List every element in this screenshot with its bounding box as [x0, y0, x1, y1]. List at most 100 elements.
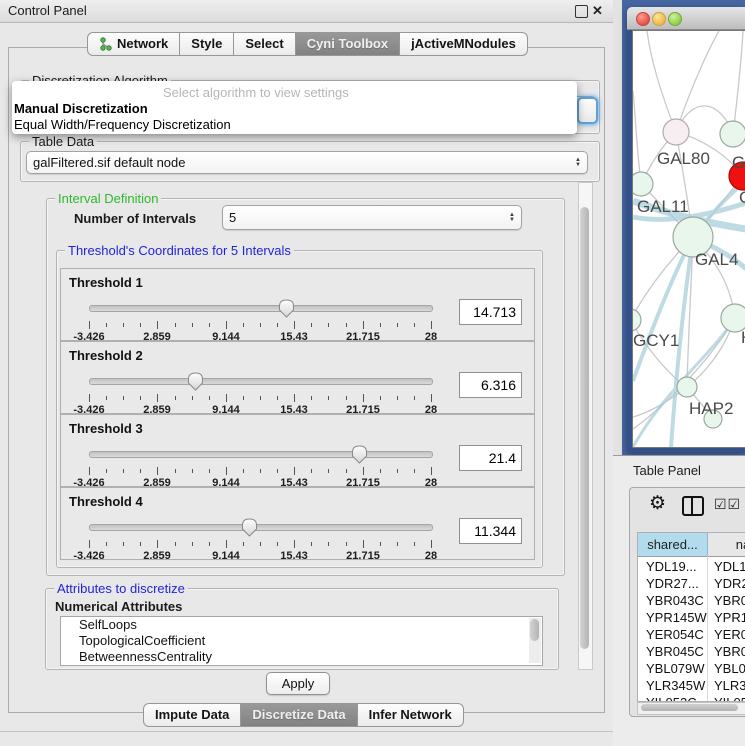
bottom-tab-bar: Impute Data Discretize Data Infer Networ…: [143, 703, 464, 727]
tab-impute-data[interactable]: Impute Data: [143, 703, 241, 727]
table-row[interactable]: YIL052CYIL052C: [638, 694, 745, 702]
desktop-background: GAL80 GA C GAL11 GAL4 GCY1 H HAP2: [622, 0, 745, 455]
gear-icon[interactable]: ⚙: [649, 494, 666, 514]
slider-ticks: [89, 540, 431, 549]
network-window[interactable]: GAL80 GA C GAL11 GAL4 GCY1 H HAP2: [627, 7, 745, 452]
network-icon: [99, 37, 112, 51]
threshold-panel-1: Threshold 1 -3.426 2.859 9.144 15.43 21.…: [60, 268, 535, 341]
node-gcy1[interactable]: [633, 309, 641, 331]
threshold-value-field[interactable]: [459, 518, 522, 544]
minimize-traffic-light-icon[interactable]: [652, 12, 666, 26]
node-label: C: [739, 188, 745, 207]
numerical-attributes-label: Numerical Attributes: [55, 599, 182, 614]
dropdown-placeholder-item[interactable]: Select algorithm to view settings: [163, 85, 349, 100]
table-row[interactable]: YER054CYER054C: [638, 626, 745, 643]
table-row[interactable]: YPR145WYPR145W: [638, 609, 745, 626]
top-tab-bar: Network Style Select Cyni Toolbox jActiv…: [87, 32, 528, 56]
threshold-value-field[interactable]: [459, 445, 522, 471]
table-row[interactable]: YDR27...YDR27...: [638, 575, 745, 592]
stepper-arrows-icon: ▲▼: [509, 213, 515, 223]
algorithm-combo-arrow-button[interactable]: [577, 97, 598, 124]
node-label: GCY1: [633, 331, 679, 350]
threshold-slider[interactable]: -3.426 2.859 9.144 15.43 21.715 28: [89, 518, 431, 562]
close-traffic-light-icon[interactable]: [636, 12, 650, 26]
threshold-slider[interactable]: -3.426 2.859 9.144 15.43 21.715 28: [89, 299, 431, 343]
dropdown-option-manual[interactable]: Manual Discretization: [14, 101, 148, 116]
list-scrollbar[interactable]: [529, 618, 541, 663]
slider-track[interactable]: [89, 305, 433, 312]
tab-jactivemnodules[interactable]: jActiveMNodules: [400, 32, 528, 56]
main-vertical-scrollbar[interactable]: [578, 182, 593, 670]
threshold-value-field[interactable]: [459, 299, 522, 325]
table-row[interactable]: YBR045CYBR045C: [638, 643, 745, 660]
group-title: Interval Definition: [55, 191, 161, 206]
numerical-attributes-list[interactable]: SelfLoops TopologicalCoefficient Between…: [60, 616, 543, 666]
node-label: GA: [732, 153, 745, 172]
slider-ticks: [89, 321, 431, 330]
apply-button[interactable]: Apply: [266, 672, 330, 695]
control-panel: Control Panel ✕ Network Style Select Cyn…: [0, 0, 614, 745]
panel-divider[interactable]: [613, 0, 622, 455]
slider-thumb[interactable]: [241, 518, 258, 537]
network-canvas[interactable]: GAL80 GA C GAL11 GAL4 GCY1 H HAP2: [632, 30, 745, 448]
threshold-slider[interactable]: -3.426 2.859 9.144 15.43 21.715 28: [89, 445, 431, 489]
scrollbar-thumb[interactable]: [641, 704, 738, 711]
table-row[interactable]: YBL079WYBL079W: [638, 660, 745, 677]
close-icon[interactable]: ✕: [592, 4, 603, 17]
scrollbar-thumb[interactable]: [580, 207, 589, 649]
dropdown-option-equal-width[interactable]: Equal Width/Frequency Discretization: [14, 117, 231, 132]
table-panel: Table Panel ⚙ ☑☑ shared... na YDL19...YD…: [613, 455, 745, 746]
slider-thumb[interactable]: [187, 372, 204, 391]
table-row[interactable]: YDL19...YDL19...: [638, 558, 745, 575]
float-window-icon[interactable]: [575, 5, 588, 18]
tab-style[interactable]: Style: [180, 32, 234, 56]
tab-discretize-data[interactable]: Discretize Data: [241, 703, 357, 727]
table-panel-title: Table Panel: [633, 463, 701, 478]
scrollbar-thumb[interactable]: [530, 619, 539, 641]
num-intervals-label: Number of Intervals: [74, 211, 196, 226]
panel-title: Control Panel: [8, 3, 87, 18]
slider-ticks: [89, 467, 431, 476]
table-panel-body: ⚙ ☑☑ shared... na YDL19...YDL19... YDR27…: [629, 487, 745, 717]
column-header-name[interactable]: na: [708, 533, 745, 557]
control-panel-titlebar: Control Panel ✕: [0, 0, 613, 23]
tab-select[interactable]: Select: [234, 32, 295, 56]
table-data-value: galFiltered.sif default node: [33, 155, 185, 170]
list-item[interactable]: TopologicalCoefficient: [61, 633, 542, 649]
column-header-shared-name[interactable]: shared...: [638, 533, 708, 557]
node-gal11[interactable]: [633, 172, 653, 196]
stepper-arrows-icon: ▲▼: [575, 158, 581, 168]
threshold-label: Threshold 3: [69, 421, 143, 436]
node-hap2[interactable]: [677, 377, 697, 397]
node-attribute-table: shared... na YDL19...YDL19... YDR27...YD…: [637, 532, 745, 702]
slider-thumb[interactable]: [278, 299, 295, 318]
slider-thumb[interactable]: [351, 445, 368, 464]
node-label: H: [741, 328, 745, 347]
num-intervals-combobox[interactable]: 5 ▲▼: [222, 205, 522, 230]
slider-track[interactable]: [89, 378, 433, 385]
slider-track[interactable]: [89, 451, 433, 458]
tab-network[interactable]: Network: [87, 32, 180, 56]
list-item[interactable]: SelfLoops: [61, 617, 542, 633]
tab-network-label: Network: [117, 36, 168, 51]
tab-cyni-toolbox[interactable]: Cyni Toolbox: [296, 32, 400, 56]
threshold-panel-3: Threshold 3 -3.426 2.859 9.144 15.43 21.…: [60, 414, 535, 487]
zoom-traffic-light-icon[interactable]: [668, 12, 682, 26]
slider-track[interactable]: [89, 524, 433, 531]
table-data-combobox[interactable]: galFiltered.sif default node ▲▼: [26, 151, 588, 174]
table-row[interactable]: YLR345WYLR345W: [638, 677, 745, 694]
list-item[interactable]: BetweennessCentrality: [61, 649, 542, 665]
node-gal80[interactable]: [663, 119, 689, 145]
screen: { "window": {"title": "Control Panel"}, …: [0, 0, 745, 745]
network-window-titlebar[interactable]: [627, 7, 745, 30]
node-top-right[interactable]: [720, 121, 745, 147]
table-horizontal-scrollbar[interactable]: [637, 702, 745, 715]
checkbox-icons[interactable]: ☑☑: [714, 496, 741, 513]
tab-infer-network[interactable]: Infer Network: [358, 703, 464, 727]
slider-ticks: [89, 394, 431, 403]
threshold-slider[interactable]: -3.426 2.859 9.144 15.43 21.715 28: [89, 372, 431, 416]
split-table-icon[interactable]: [682, 496, 704, 516]
threshold-value-field[interactable]: [459, 372, 522, 398]
table-row[interactable]: YBR043CYBR043C: [638, 592, 745, 609]
network-graph: GAL80 GA C GAL11 GAL4 GCY1 H HAP2: [633, 31, 745, 447]
